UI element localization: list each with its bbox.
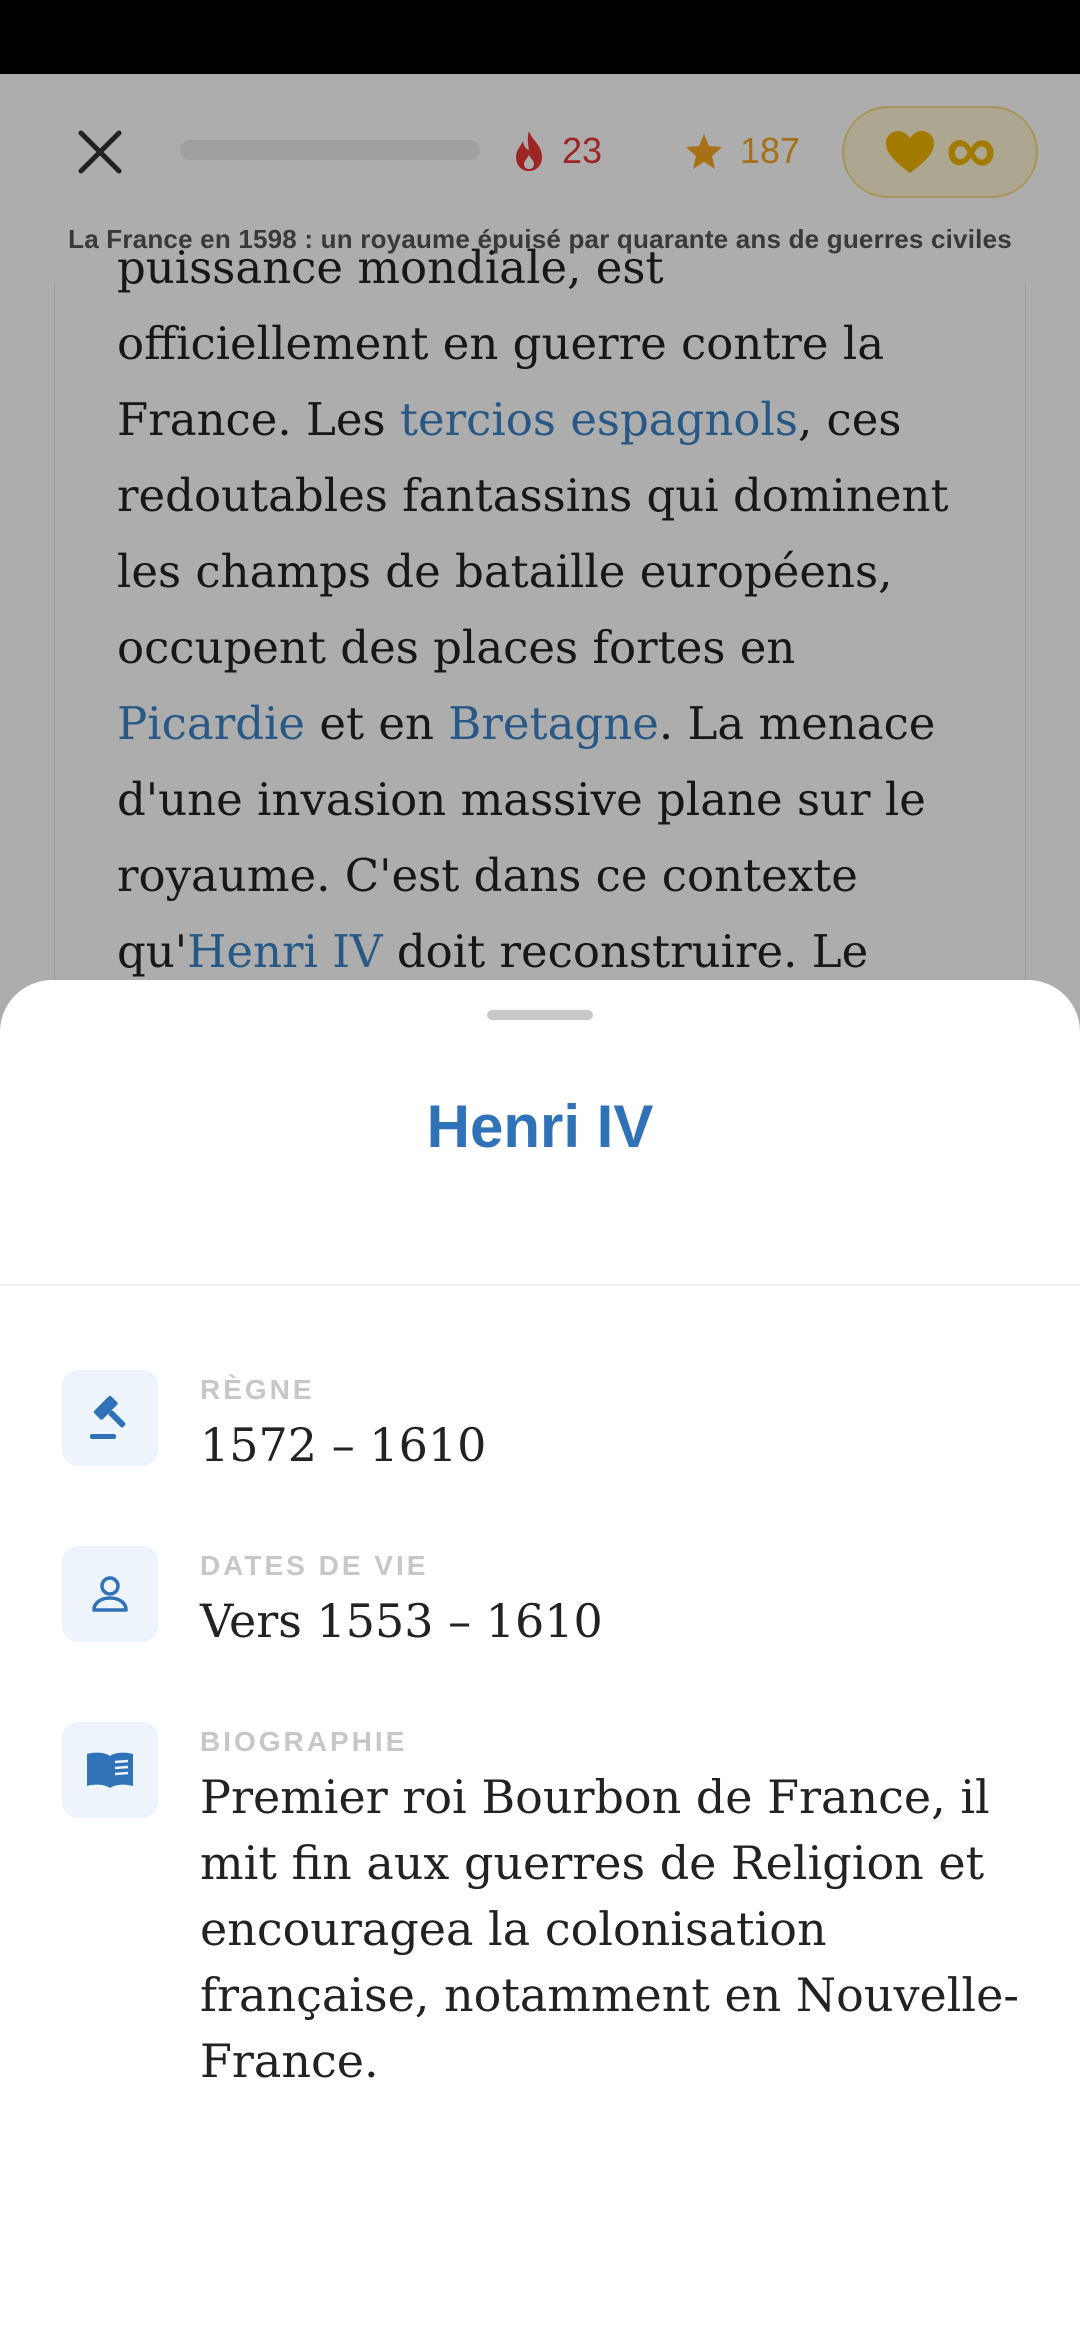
sheet-title: Henri IV xyxy=(426,1093,654,1160)
divider xyxy=(0,1284,1080,1286)
info-label: DATES DE VIE xyxy=(200,1550,429,1581)
info-icon-box xyxy=(62,1370,158,1466)
info-label: BIOGRAPHIE xyxy=(200,1726,408,1757)
gavel-icon xyxy=(90,1395,126,1439)
info-value: Premier roi Bourbon de France, il mit fi… xyxy=(200,1770,1019,2088)
info-label: RÈGNE xyxy=(200,1374,315,1405)
info-value: Vers 1553 – 1610 xyxy=(200,1594,603,1648)
sheet-drag-handle[interactable] xyxy=(487,1010,593,1020)
info-icon-box xyxy=(62,1722,158,1818)
info-value: 1572 – 1610 xyxy=(200,1418,487,1472)
info-icon-box xyxy=(62,1546,158,1642)
status-bar xyxy=(0,0,1080,74)
bottom-sheet: Henri IV RÈGNE 1572 – 1610 DATES DE VIE … xyxy=(0,980,1080,2340)
lesson-screen: 23 187 ∞ La France en 1598 : un royaume … xyxy=(0,74,1080,2340)
book-icon xyxy=(87,1752,133,1788)
person-icon xyxy=(92,1576,128,1612)
